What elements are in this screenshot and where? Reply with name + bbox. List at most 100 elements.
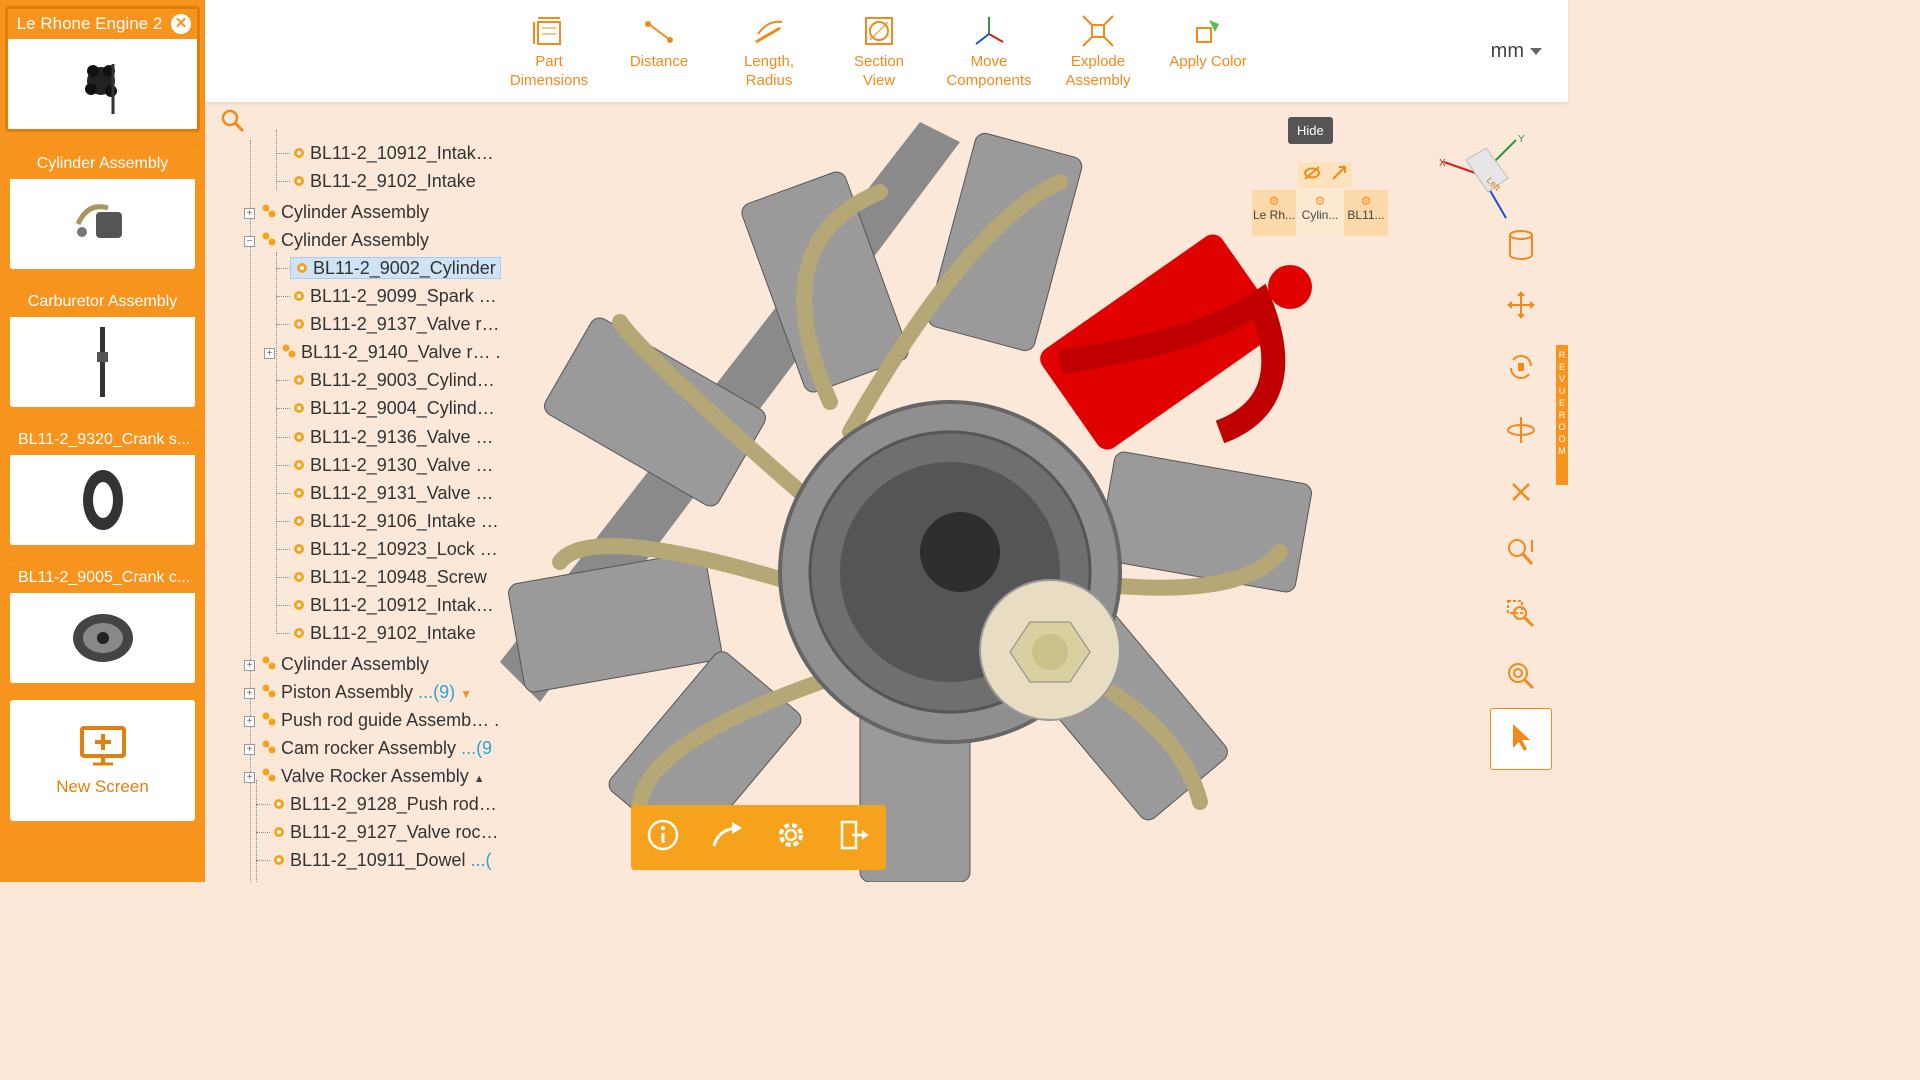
tree-item[interactable]: BL11-2_9136_Valve …: [276, 424, 493, 450]
tree-item[interactable]: + Valve Rocker Assembly ▲: [244, 763, 485, 789]
rotate-icon[interactable]: [1500, 346, 1542, 388]
gear-icon: [272, 848, 286, 874]
tree-item[interactable]: BL11-2_9130_Valve …: [276, 452, 493, 478]
assembly-icon: [261, 736, 277, 762]
expand-icon[interactable]: +: [244, 715, 255, 727]
eye-slash-icon[interactable]: [1303, 165, 1321, 185]
tree-item-label: BL11-2_9099_Spark …: [310, 286, 497, 306]
assembly-icon: [261, 680, 277, 706]
apply-color-button[interactable]: Apply Color: [1153, 12, 1263, 71]
tree-item-label: BL11-2_9136_Valve …: [310, 427, 494, 447]
tree-item[interactable]: BL11-2_10911_Dowel ...(: [256, 847, 491, 873]
revue-room-tab[interactable]: REVUE ROOM: [1556, 345, 1568, 485]
expand-icon[interactable]: +: [244, 687, 255, 699]
close-icon[interactable]: [1500, 471, 1542, 513]
screen-card-cylinder-assembly[interactable]: Cylinder Assembly: [10, 149, 195, 269]
screens-panel: Le Rhone Engine 2 ✕ Cylinder Assembly Ca…: [0, 0, 205, 882]
screen-card-title: Cylinder Assembly: [10, 149, 195, 179]
tree-item[interactable]: BL11-2_9127_Valve roc…: [256, 819, 498, 845]
expand-arrows-icon[interactable]: [1331, 165, 1347, 186]
tree-item-label: Valve Rocker Assembly: [281, 766, 469, 786]
screen-card-le-rhone-engine[interactable]: Le Rhone Engine 2 ✕: [5, 6, 200, 132]
section-view-label: Section View: [853, 53, 905, 89]
tree-item[interactable]: BL11-2_9102_Intake: [276, 620, 476, 646]
cylinder-shape-icon[interactable]: [1500, 224, 1542, 266]
orbit-icon[interactable]: [1500, 409, 1542, 451]
screen-card-carburetor-assembly[interactable]: Carburetor Assembly: [10, 287, 195, 407]
zoom-window-icon[interactable]: [1500, 593, 1542, 635]
collapse-icon[interactable]: −: [244, 235, 255, 247]
screen-card-crank-s[interactable]: BL11-2_9320_Crank s...: [10, 425, 195, 545]
tree-item[interactable]: BL11-2_9131_Valve …: [276, 480, 493, 506]
tree-item[interactable]: BL11-2_9137_Valve r…: [276, 311, 499, 337]
gear-icon: [292, 368, 306, 394]
assembly-icon: [281, 340, 297, 366]
child-count: ...(: [470, 850, 492, 870]
tree-item-label: BL11-2_10912_Intak…: [310, 595, 494, 615]
tree-item[interactable]: BL11-2_9003_Cylind…: [276, 367, 495, 393]
new-screen-label: New Screen: [56, 777, 149, 796]
unit-select[interactable]: mm: [1491, 40, 1542, 63]
tree-item[interactable]: + Cylinder Assembly: [244, 651, 429, 677]
assembly-icon: ⚙: [1314, 194, 1326, 208]
tree-item[interactable]: + BL11-2_9140_Valve r… .: [264, 339, 500, 365]
view-cube[interactable]: Left Y X: [1436, 130, 1526, 220]
expand-icon[interactable]: +: [264, 347, 275, 359]
crumb-part[interactable]: ⚙ BL11...: [1344, 190, 1388, 236]
new-screen-button[interactable]: New Screen: [10, 700, 195, 821]
move-components-button[interactable]: Move Components: [934, 12, 1044, 90]
tree-item-selected[interactable]: BL11-2_9002_Cylinder: [276, 255, 501, 281]
exit-door-icon[interactable]: [838, 819, 870, 856]
zoom-vertical-icon[interactable]: [1500, 531, 1542, 573]
share-icon[interactable]: [710, 820, 744, 855]
length-radius-button[interactable]: Length, Radius: [714, 12, 824, 90]
search-icon[interactable]: [220, 108, 246, 139]
xyz-axes-icon: [934, 12, 1044, 48]
section-view-button[interactable]: Section View: [824, 12, 934, 90]
select-pointer-button[interactable]: [1490, 708, 1552, 770]
tree-item[interactable]: + Piston Assembly ...(9) ▼: [244, 679, 472, 705]
assembly-icon: [261, 764, 277, 790]
crumb-le-rhone[interactable]: ⚙ Le Rh...: [1252, 190, 1296, 236]
tree-item[interactable]: BL11-2_9106_Intake …: [276, 508, 499, 534]
tree-item[interactable]: BL11-2_10912_Intak…: [276, 140, 494, 166]
distance-button[interactable]: Distance: [604, 12, 714, 71]
expand-icon[interactable]: +: [244, 659, 255, 671]
selected-node[interactable]: BL11-2_9002_Cylinder: [290, 257, 501, 279]
tree-item-label: BL11-2_10912_Intak…: [310, 143, 494, 163]
caret-down-icon[interactable]: ▼: [460, 687, 472, 701]
tree-item[interactable]: BL11-2_10948_Screw: [276, 564, 487, 590]
settings-gear-icon[interactable]: [775, 819, 807, 856]
gear-icon: [272, 820, 286, 846]
info-icon[interactable]: [647, 819, 679, 856]
assembly-icon: [261, 652, 277, 678]
hide-tooltip: Hide: [1288, 117, 1333, 144]
tree-item[interactable]: BL11-2_10923_Lock …: [276, 536, 498, 562]
assembly-tree: BL11-2_10912_Intak… BL11-2_9102_Intake +…: [236, 130, 536, 882]
tree-item[interactable]: − Cylinder Assembly: [244, 227, 429, 253]
tree-item[interactable]: + Push rod guide Assemb… .: [244, 707, 499, 733]
tree-item-label: BL11-2_9140_Valve r… .: [301, 342, 501, 362]
tree-item[interactable]: BL11-2_9128_Push rod…: [256, 791, 497, 817]
caret-up-icon[interactable]: ▲: [474, 773, 485, 785]
expand-icon[interactable]: +: [244, 743, 255, 755]
part-dimensions-button[interactable]: Part Dimensions: [494, 12, 604, 90]
tree-item-label: BL11-2_9130_Valve …: [310, 455, 494, 475]
expand-icon[interactable]: +: [244, 771, 255, 783]
tree-item[interactable]: BL11-2_9004_Cylind…: [276, 395, 495, 421]
tree-item-label: BL11-2_9002_Cylinder: [313, 258, 496, 278]
crumb-cylinder[interactable]: ⚙ Cylin...: [1298, 190, 1342, 236]
tree-item[interactable]: BL11-2_9099_Spark …: [276, 283, 497, 309]
crumb-label: Cylin...: [1301, 208, 1339, 222]
tree-item[interactable]: + Cam rocker Assembly ...(9: [244, 735, 492, 761]
pan-icon[interactable]: [1500, 284, 1542, 326]
explode-assembly-button[interactable]: Explode Assembly: [1043, 12, 1153, 90]
close-icon[interactable]: ✕: [171, 14, 191, 34]
expand-icon[interactable]: +: [244, 207, 255, 219]
zoom-fit-icon[interactable]: [1500, 655, 1542, 697]
screen-card-crank-c[interactable]: BL11-2_9005_Crank c...: [10, 563, 195, 683]
tree-item[interactable]: BL11-2_10912_Intak…: [276, 592, 494, 618]
tree-item[interactable]: BL11-2_9102_Intake: [276, 168, 476, 194]
revue-room-label: REVUE ROOM: [1558, 350, 1566, 456]
tree-item[interactable]: + Cylinder Assembly: [244, 199, 429, 225]
